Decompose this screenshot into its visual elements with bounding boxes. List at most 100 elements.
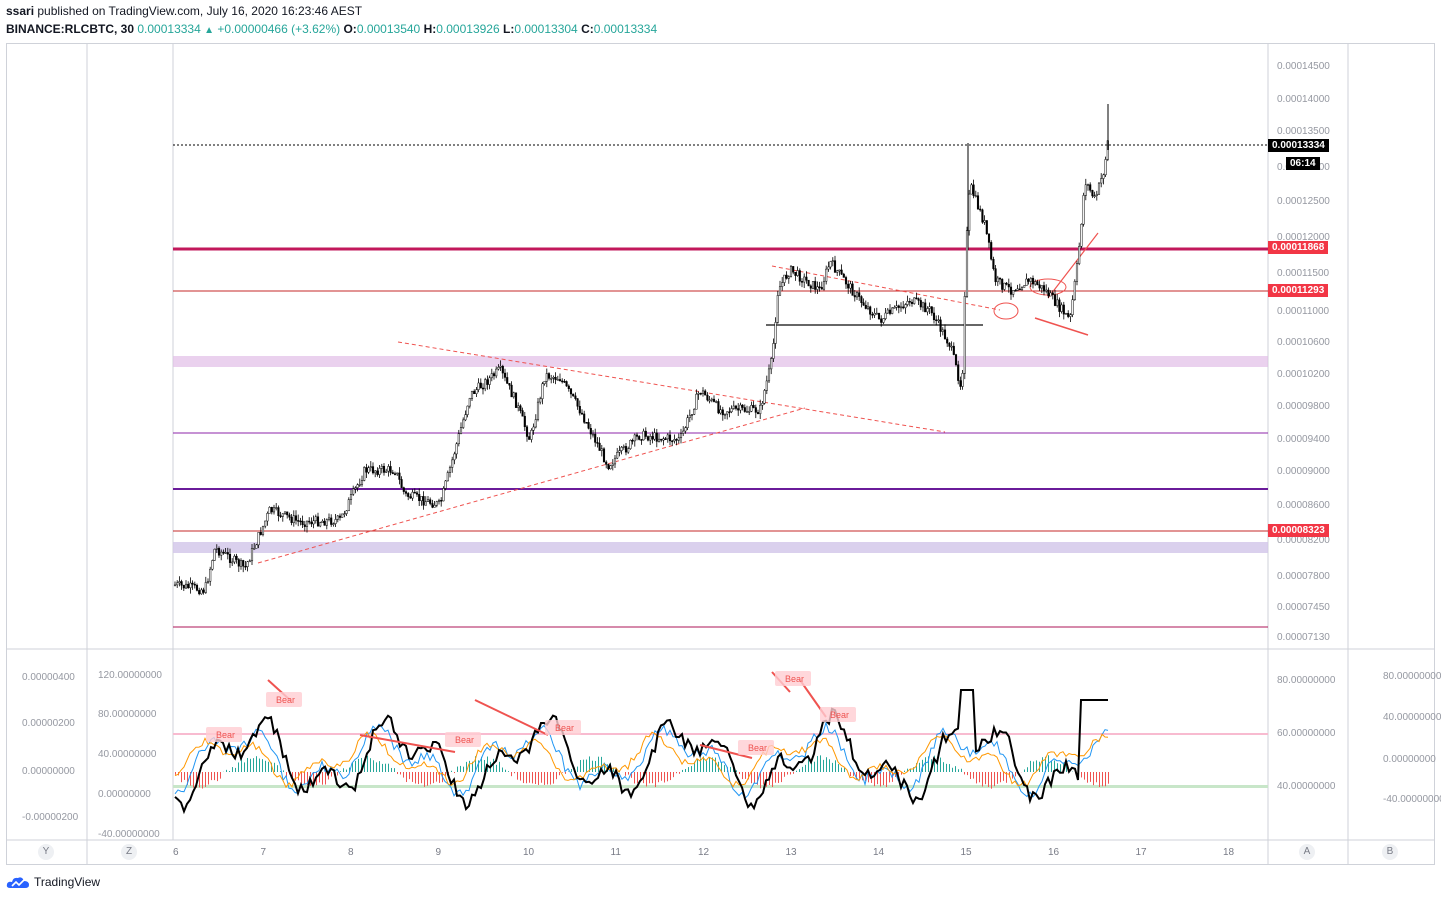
candle-body <box>585 422 588 424</box>
trendline-wedge[interactable] <box>1034 317 1089 336</box>
candlestick-series[interactable] <box>173 104 1109 596</box>
candle-body <box>785 274 788 279</box>
candle-body <box>231 561 234 564</box>
histogram-bar <box>376 762 377 772</box>
candle-body <box>627 448 630 453</box>
candle-body <box>189 582 192 589</box>
candle-body <box>415 492 419 495</box>
candle-body <box>1029 277 1032 282</box>
histogram-bar <box>775 772 776 783</box>
candle-body <box>622 446 625 448</box>
scale-button-y[interactable]: Y <box>38 844 54 860</box>
histogram-bar <box>877 772 878 785</box>
candle-body <box>1020 287 1024 291</box>
histogram-bar <box>793 772 794 774</box>
candle-body <box>704 390 707 396</box>
bear-label: Bear <box>830 710 849 720</box>
candle-body <box>336 515 339 520</box>
candle-body <box>752 405 755 408</box>
candle-body <box>770 358 773 370</box>
histogram-bar <box>535 772 536 785</box>
candle-body <box>547 373 551 379</box>
candle-body <box>638 436 641 440</box>
candle-body <box>303 524 306 527</box>
candle-body <box>1097 182 1101 195</box>
histogram-bar <box>763 772 764 785</box>
candle-body <box>279 515 282 517</box>
candle-body <box>510 384 513 398</box>
candle-body <box>961 373 964 387</box>
candle-body <box>591 433 595 436</box>
histogram-bar <box>502 767 503 772</box>
candle-body <box>787 276 790 279</box>
scale-button-a[interactable]: A <box>1299 844 1315 860</box>
histogram-bar <box>730 766 731 772</box>
histogram-bar <box>838 764 839 772</box>
breakout-arrow[interactable] <box>1047 232 1099 299</box>
candle-body <box>477 382 480 390</box>
histogram-bar <box>658 772 659 783</box>
histogram-bar <box>826 757 827 772</box>
candle-body <box>679 433 683 439</box>
candle-body <box>990 242 993 260</box>
candle-body <box>519 405 522 411</box>
candle-body <box>642 430 645 441</box>
candle-body <box>1023 285 1026 288</box>
candle-body <box>708 399 711 402</box>
candle-body <box>211 560 214 570</box>
candle-body <box>411 491 414 499</box>
candle-body <box>440 500 443 502</box>
scale-button-z[interactable]: Z <box>121 844 137 860</box>
candle-body <box>200 589 203 595</box>
candle-body <box>624 446 628 453</box>
candle-body <box>706 394 709 401</box>
candle-body <box>422 496 425 506</box>
candle-body <box>583 413 586 423</box>
indicator-axis-label: 80.00000000 <box>1383 671 1441 682</box>
support-zone-upper <box>173 356 1268 367</box>
histogram-bar <box>667 772 668 782</box>
candle-body <box>776 295 779 323</box>
indicator-axis-label: 40.00000000 <box>1383 712 1441 723</box>
histogram-bar <box>232 767 233 772</box>
histogram-bar <box>529 772 530 783</box>
candle-body <box>572 393 575 397</box>
candle-body <box>1095 193 1098 196</box>
price-tag: 0.00008323 <box>1268 524 1329 537</box>
bear-label: Bear <box>748 743 767 753</box>
candle-body <box>919 300 922 308</box>
candle-body <box>446 472 449 482</box>
candle-body <box>530 429 533 440</box>
candle-body <box>233 555 236 563</box>
histogram-bar <box>829 759 830 772</box>
histogram-bar <box>226 769 227 772</box>
histogram-bar <box>586 759 587 772</box>
indicator-axis-label: 80.00000000 <box>1277 675 1336 686</box>
histogram-bar <box>256 756 257 772</box>
indicator-axis-label: 0.00000000 <box>1383 754 1436 765</box>
circle-marker-1[interactable] <box>993 302 1019 320</box>
histogram-bar <box>331 772 332 777</box>
candle-body <box>741 404 744 408</box>
candle-body <box>237 559 240 567</box>
tradingview-logo[interactable]: TradingView <box>6 875 100 889</box>
candle-body <box>734 405 738 409</box>
histogram-bar <box>544 772 545 785</box>
candle-body <box>602 448 606 463</box>
candle-body <box>198 590 201 595</box>
candle-body <box>213 548 216 561</box>
candle-body <box>360 480 364 485</box>
candle-body <box>1075 263 1079 282</box>
candle-body <box>545 373 548 382</box>
histogram-bar <box>412 772 413 782</box>
candle-body <box>932 312 936 320</box>
candle-body <box>290 516 293 523</box>
candle-body <box>556 379 559 381</box>
candle-body <box>838 269 841 272</box>
scale-button-b[interactable]: B <box>1382 844 1398 860</box>
time-axis-label: 8 <box>348 847 354 858</box>
chart-canvas[interactable]: Bear Bear Bear Bear Bear Bear Bear <box>0 0 1441 902</box>
time-axis-label: 16 <box>1048 847 1060 858</box>
candle-body <box>580 412 584 415</box>
candle-body <box>539 398 542 403</box>
